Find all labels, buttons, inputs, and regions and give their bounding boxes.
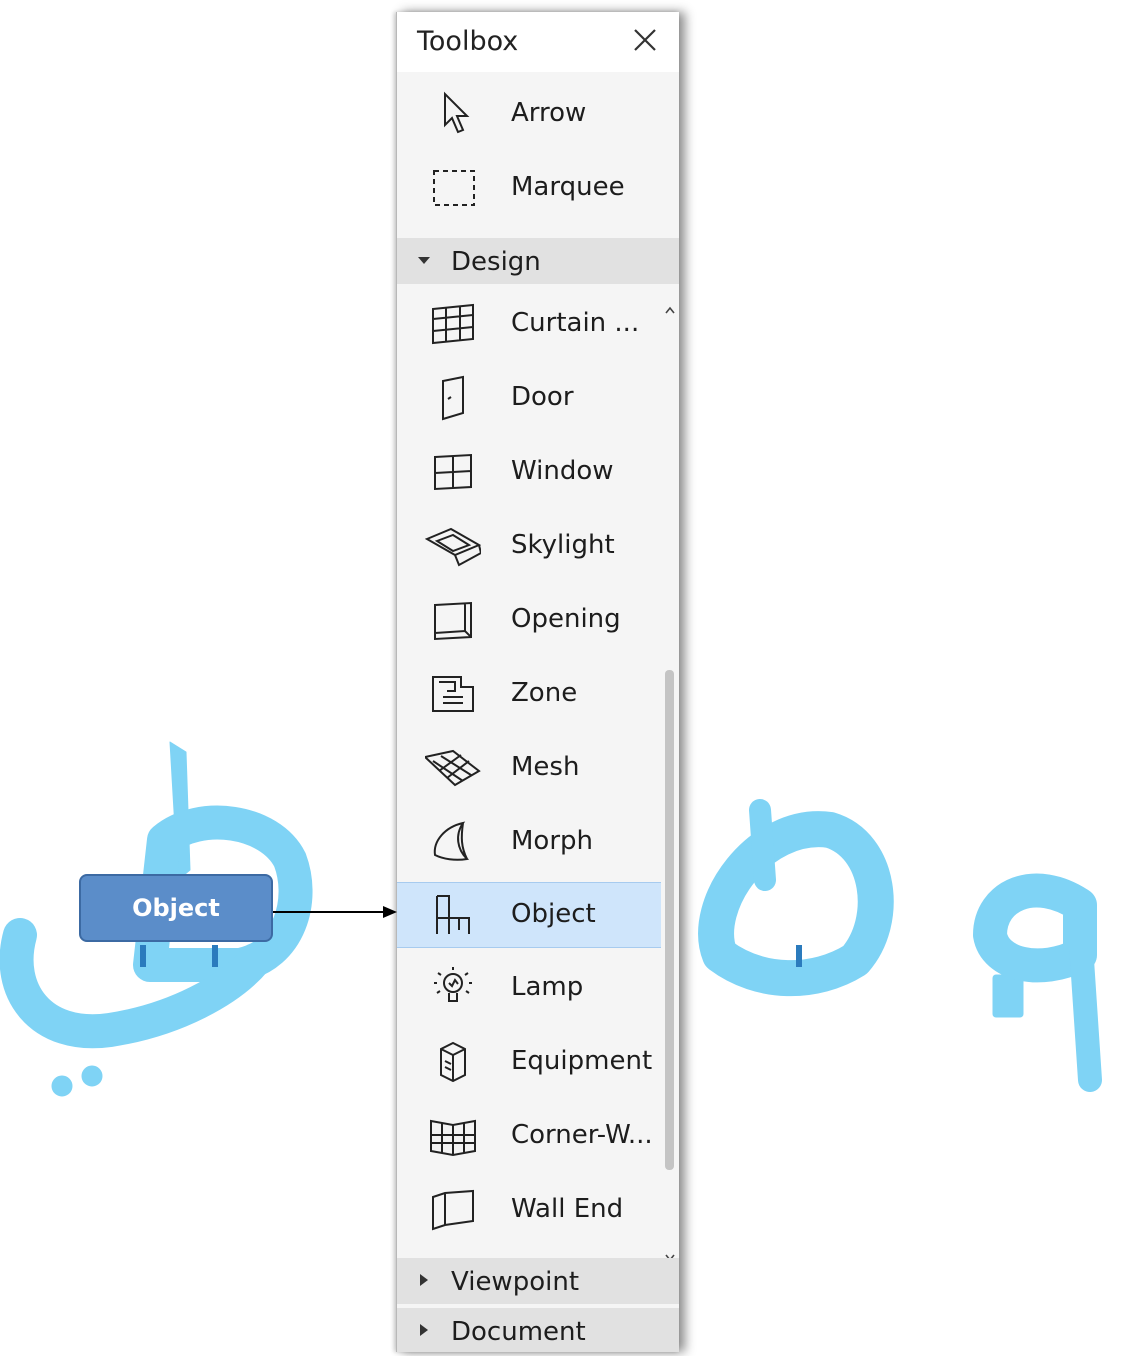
toolbox-titlebar: Toolbox: [397, 12, 679, 72]
skylight-icon: [425, 527, 481, 567]
section-label: Viewpoint: [451, 1267, 580, 1297]
callout-arrow: [273, 906, 397, 918]
tool-opening[interactable]: Opening: [397, 588, 661, 652]
marquee-icon: [433, 170, 475, 206]
window-icon: [434, 453, 472, 491]
tool-label: Arrow: [511, 98, 587, 128]
tool-marquee[interactable]: Marquee: [397, 156, 661, 220]
toolbox-panel: Toolbox Arrow Marquee Design Curtain ...…: [396, 12, 679, 1352]
tool-label: Curtain ...: [511, 308, 640, 338]
toolbox-scrollbar[interactable]: [663, 304, 677, 1264]
arrow-icon: [444, 91, 470, 134]
tool-mesh[interactable]: Mesh: [397, 736, 661, 800]
tool-label: Door: [511, 382, 574, 412]
tool-skylight[interactable]: Skylight: [397, 514, 661, 578]
opening-icon: [434, 601, 472, 641]
tool-morph[interactable]: Morph: [397, 810, 661, 874]
morph-icon: [433, 821, 470, 861]
tool-label: Morph: [511, 826, 594, 856]
section-document[interactable]: Document: [397, 1308, 679, 1352]
close-icon[interactable]: [629, 24, 661, 56]
zone-icon: [432, 676, 474, 712]
scroll-thumb[interactable]: [665, 670, 674, 1170]
tool-label: Window: [511, 456, 614, 486]
tool-label: Equipment: [511, 1046, 653, 1076]
toolbox-title: Toolbox: [417, 26, 519, 57]
section-viewpoint[interactable]: Viewpoint: [397, 1258, 679, 1304]
section-label: Design: [451, 247, 541, 277]
tool-label: Opening: [511, 604, 621, 634]
tool-curtain-wall[interactable]: Curtain ...: [397, 292, 661, 356]
tool-label: Marquee: [511, 172, 625, 202]
curtain-wall-icon: [432, 303, 474, 345]
tool-corner-window[interactable]: Corner-W...: [397, 1104, 661, 1168]
wall-end-icon: [432, 1189, 474, 1231]
equipment-icon: [440, 1041, 466, 1083]
section-label: Document: [451, 1317, 586, 1347]
triangle-down-icon: [418, 257, 430, 264]
tool-object[interactable]: Object: [397, 882, 661, 948]
door-icon: [442, 375, 464, 421]
tool-zone[interactable]: Zone: [397, 662, 661, 726]
section-design[interactable]: Design: [397, 238, 679, 284]
tool-label: Skylight: [511, 530, 615, 560]
triangle-right-icon: [420, 1324, 428, 1336]
tool-lamp[interactable]: Lamp: [397, 956, 661, 1020]
corner-window-icon: [430, 1119, 476, 1157]
tool-arrow[interactable]: Arrow: [397, 82, 661, 146]
tool-label: Mesh: [511, 752, 580, 782]
tool-label: Lamp: [511, 972, 584, 1002]
tool-door[interactable]: Door: [397, 366, 661, 430]
tool-label: Wall End: [511, 1194, 624, 1224]
tool-window[interactable]: Window: [397, 440, 661, 504]
mesh-icon: [425, 749, 481, 787]
object-callout: Object: [79, 874, 273, 942]
scroll-up-icon[interactable]: [663, 304, 677, 318]
callout-label: Object: [132, 894, 220, 922]
tool-label: Object: [511, 899, 596, 929]
tool-wall-end[interactable]: Wall End: [397, 1178, 661, 1242]
tool-label: Zone: [511, 678, 578, 708]
object-chair-icon: [436, 895, 470, 934]
tool-label: Corner-W...: [511, 1120, 653, 1150]
lamp-icon: [434, 967, 472, 1002]
tool-equipment[interactable]: Equipment: [397, 1030, 661, 1094]
triangle-right-icon: [420, 1274, 428, 1286]
